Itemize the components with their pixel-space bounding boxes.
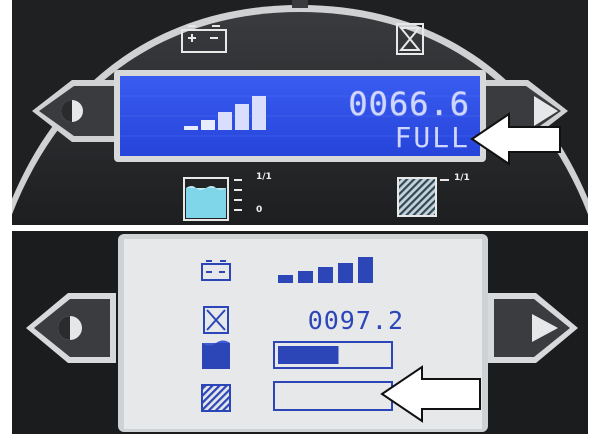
pointer-arrow: [470, 112, 561, 166]
pointer-arrow: [380, 365, 481, 423]
top-display-photo: 0066.6 FULL 1/1 0 1/1: [12, 0, 588, 225]
bottom-display-photo: 0097.2: [12, 231, 588, 434]
